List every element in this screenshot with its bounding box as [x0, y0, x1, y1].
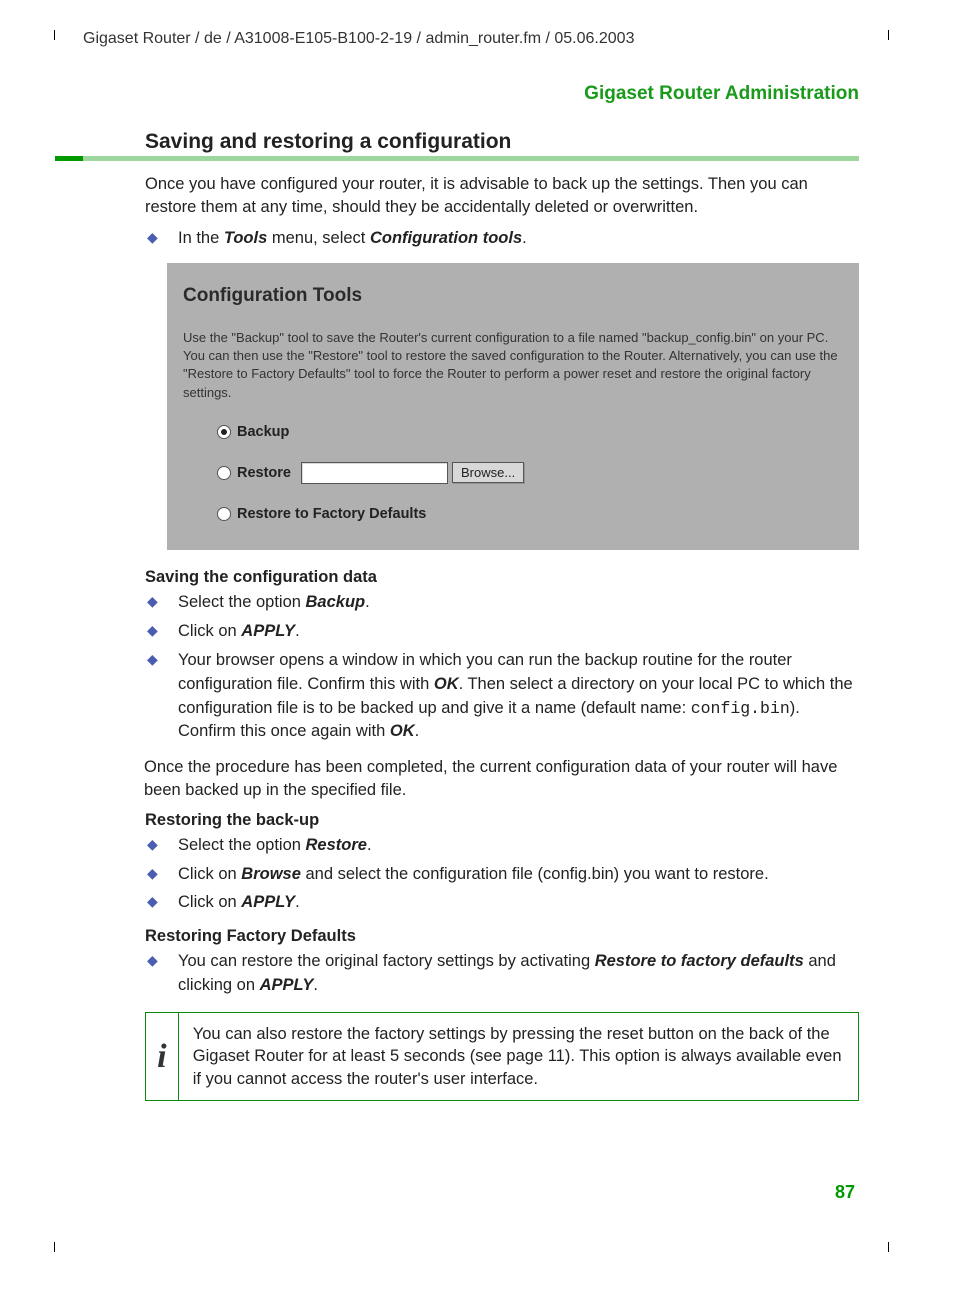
header-path: Gigaset Router / de / A31008-E105-B100-2… — [83, 30, 859, 48]
subhead-saving: Saving the configuration data — [145, 568, 859, 587]
info-box: i You can also restore the factory setti… — [145, 1012, 859, 1101]
subhead-factory: Restoring Factory Defaults — [145, 927, 859, 946]
info-icon-cell: i — [146, 1013, 179, 1100]
radio-factory-label: Restore to Factory Defaults — [237, 506, 426, 522]
saving-step-1: Select the option Backup. — [145, 591, 859, 615]
restoring-step-1: Select the option Restore. — [145, 834, 859, 858]
page-title: Saving and restoring a configuration — [145, 130, 859, 154]
intro-bullet: In the Tools menu, select Configuration … — [145, 227, 859, 251]
info-text: You can also restore the factory setting… — [179, 1013, 858, 1100]
config-tools-screenshot: Configuration Tools Use the "Backup" too… — [167, 263, 859, 550]
saving-step-2: Click on APPLY. — [145, 620, 859, 644]
radio-restore-label: Restore — [237, 465, 291, 481]
page-number: 87 — [835, 1182, 855, 1203]
radio-backup-label: Backup — [237, 424, 289, 440]
saving-step-3: Your browser opens a window in which you… — [145, 649, 859, 745]
screenshot-description: Use the "Backup" tool to save the Router… — [183, 329, 843, 402]
restore-file-input[interactable] — [301, 462, 448, 484]
screenshot-title: Configuration Tools — [183, 285, 843, 307]
intro-paragraph: Once you have configured your router, it… — [145, 173, 859, 219]
factory-step-1: You can restore the original factory set… — [145, 950, 859, 998]
browse-button[interactable]: Browse... — [452, 462, 524, 483]
subhead-restoring: Restoring the back-up — [145, 811, 859, 830]
restoring-step-3: Click on APPLY. — [145, 891, 859, 915]
radio-row-backup[interactable]: Backup — [217, 424, 843, 440]
radio-row-factory[interactable]: Restore to Factory Defaults — [217, 506, 843, 522]
radio-backup-icon[interactable] — [217, 425, 231, 439]
radio-factory-icon[interactable] — [217, 507, 231, 521]
radio-restore-icon[interactable] — [217, 466, 231, 480]
section-label: Gigaset Router Administration — [145, 83, 859, 105]
info-icon: i — [157, 1038, 166, 1076]
radio-row-restore[interactable]: Restore Browse... — [217, 462, 843, 484]
after-saving-paragraph: Once the procedure has been completed, t… — [144, 756, 859, 802]
restoring-step-2: Click on Browse and select the configura… — [145, 863, 859, 887]
heading-underline — [55, 156, 859, 161]
